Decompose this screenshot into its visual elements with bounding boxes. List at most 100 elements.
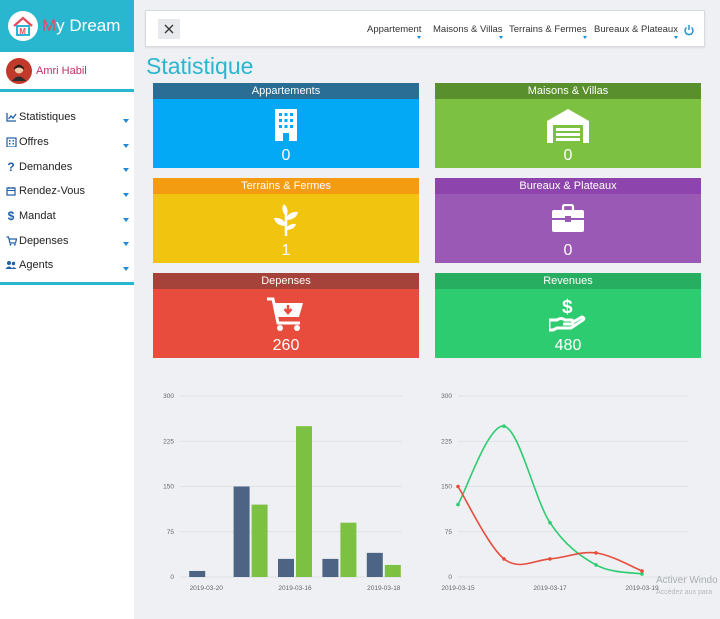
user-box[interactable]: Amri Habil	[0, 52, 134, 92]
card-value: 1	[281, 242, 291, 259]
card-body: 1	[153, 194, 419, 263]
data-point	[640, 569, 644, 573]
bar	[233, 486, 250, 577]
bar	[296, 426, 312, 577]
data-point	[456, 484, 460, 489]
page-title: Statistique	[146, 53, 254, 79]
warehouse-icon	[547, 109, 589, 148]
windows-activation-watermark: Activer Windo	[656, 575, 718, 586]
top-navbar: Appartement Maisons & Villas Terrains & …	[145, 10, 705, 47]
sidebar-item-mandat[interactable]: $ Mandat	[0, 204, 134, 229]
nav-label: Terrains & Fermes	[509, 24, 587, 35]
brand-rest: y Dream	[56, 16, 121, 35]
y-tick-label: 75	[445, 529, 453, 536]
nav-terrains-fermes[interactable]: Terrains & Fermes	[509, 24, 587, 39]
cart-down-icon	[267, 297, 305, 338]
bar	[322, 558, 339, 577]
card-value: 0	[563, 242, 573, 259]
cart-icon	[5, 235, 17, 247]
series-line	[457, 425, 643, 575]
revenues-line-chart: 0 75 150 225 300 2019-03-15 2019-03-17 2019-03-…	[441, 393, 688, 592]
data-point	[594, 551, 598, 555]
bar	[251, 504, 268, 577]
close-button[interactable]	[158, 19, 180, 39]
svg-text:M: M	[19, 27, 26, 36]
brand-bar: M My Dream	[0, 0, 134, 52]
data-point	[502, 424, 506, 428]
stat-card-maisons-villas[interactable]: Maisons & Villas 0	[435, 83, 701, 168]
stat-card-bureaux-plateaux[interactable]: Bureaux & Plateaux 0	[435, 178, 701, 263]
x-tick-label: 2019-03-18	[367, 585, 401, 592]
sidebar-item-demandes[interactable]: ? Demandes	[0, 154, 134, 179]
sidebar-item-label: Mandat	[19, 210, 56, 223]
users-icon	[5, 259, 17, 271]
chevron-down-icon	[123, 119, 129, 123]
sidebar-item-label: Rendez-Vous	[19, 185, 86, 198]
seedling-icon	[272, 204, 300, 241]
chart-line-icon	[5, 111, 17, 123]
card-body: 0	[435, 99, 701, 168]
chevron-down-icon	[123, 168, 129, 173]
card-value: 0	[281, 147, 291, 164]
chevron-down-icon	[417, 36, 422, 39]
stat-card-terrains-fermes[interactable]: Terrains & Fermes 1	[153, 178, 419, 263]
bar	[366, 552, 383, 577]
data-point	[548, 557, 552, 561]
sidebar-item-statistiques[interactable]: Statistiques	[0, 105, 134, 130]
nav-bureaux-plateaux[interactable]: Bureaux & Plateaux	[594, 24, 678, 39]
nav-label: Maisons & Villas	[433, 24, 503, 35]
sidebar-item-label: Offres	[19, 136, 49, 149]
y-tick-label: 150	[441, 484, 452, 491]
hand-dollar-icon: $	[547, 296, 587, 337]
avatar[interactable]	[6, 57, 32, 84]
sidebar-item-label: Demandes	[19, 160, 73, 173]
x-tick-label: 2019-03-17	[533, 585, 567, 592]
card-body: 0	[435, 194, 701, 263]
svg-text:$: $	[562, 297, 573, 318]
chevron-down-icon	[123, 242, 129, 247]
card-value: 480	[554, 337, 582, 354]
nav-maisons-villas[interactable]: Maisons & Villas	[433, 24, 503, 39]
windows-activation-subtext: Accédez aux para	[656, 589, 713, 596]
sidebar-item-depenses[interactable]: Depenses	[0, 228, 134, 253]
card-body: $ 480	[435, 289, 701, 358]
y-tick-label: 0	[170, 574, 174, 581]
x-tick-label: 2019-03-20	[190, 585, 224, 592]
building-icon	[5, 136, 17, 148]
calendar-icon	[5, 185, 17, 197]
sidebar: M My Dream Amri Habil Statistiques Offre…	[0, 0, 134, 619]
sidebar-item-rendez-vous[interactable]: Rendez-Vous	[0, 179, 134, 204]
card-header: Revenues	[435, 273, 701, 289]
sidebar-menu: Statistiques Offres ? Demandes Rendez-Vo…	[0, 105, 134, 285]
sidebar-item-label: Depenses	[19, 234, 69, 247]
logout-button[interactable]	[683, 23, 695, 36]
bar	[189, 570, 206, 577]
data-point	[456, 502, 460, 507]
data-point	[502, 557, 506, 561]
chevron-down-icon	[123, 193, 129, 198]
card-header: Terrains & Fermes	[153, 178, 419, 194]
close-icon	[164, 24, 174, 34]
sidebar-item-agents[interactable]: Agents	[0, 253, 134, 278]
card-value: 260	[272, 337, 300, 354]
y-tick-label: 0	[448, 574, 452, 581]
chevron-down-icon	[123, 217, 129, 222]
nav-label: Bureaux & Plateaux	[594, 24, 678, 35]
toolbox-icon	[552, 203, 584, 237]
chevron-down-icon	[123, 267, 129, 272]
stat-card-depenses[interactable]: Depenses 260	[153, 273, 419, 358]
nav-appartement[interactable]: Appartement	[367, 24, 422, 39]
card-value: 0	[563, 147, 573, 164]
brand-name[interactable]: My Dream	[42, 16, 120, 36]
x-tick-label: 2019-03-15	[441, 585, 475, 592]
stat-card-appartements[interactable]: Appartements 0	[153, 83, 419, 168]
sidebar-item-offres[interactable]: Offres	[0, 130, 134, 155]
card-body: 260	[153, 289, 419, 358]
sidebar-item-label: Agents	[19, 259, 54, 272]
user-name[interactable]: Amri Habil	[36, 65, 87, 77]
stat-card-revenues[interactable]: Revenues $ 480	[435, 273, 701, 358]
dollar-icon: $	[7, 209, 15, 224]
card-header: Bureaux & Plateaux	[435, 178, 701, 194]
house-logo-icon: M	[8, 11, 38, 41]
x-tick-label: 2019-03-19	[625, 585, 659, 592]
